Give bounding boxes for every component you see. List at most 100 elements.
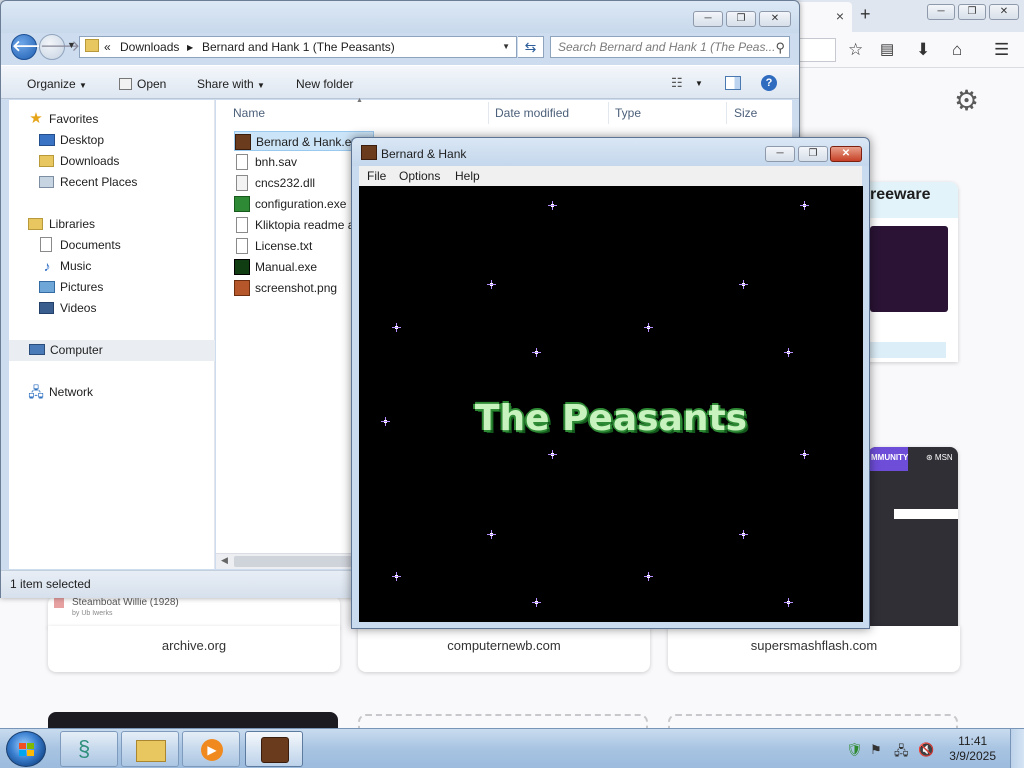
game-maximize-button[interactable]: ❐ <box>798 146 828 162</box>
column-name[interactable]: Name <box>233 106 265 120</box>
nav-favorites[interactable]: ★ Favorites <box>9 109 215 129</box>
game-canvas[interactable]: The Peasants <box>359 186 863 622</box>
nav-documents[interactable]: Documents <box>9 235 215 255</box>
star-sparkle <box>487 280 496 289</box>
menu-help[interactable]: Help <box>455 169 480 183</box>
image-file-icon <box>234 280 250 296</box>
shortcut-thumbnail-supersmashflash[interactable]: MMUNITY ⊛ MSN <box>868 447 958 627</box>
configuration-app-icon <box>234 196 250 212</box>
explorer-title-bar[interactable]: ─ ❐ ✕ <box>1 1 799 33</box>
volume-muted-icon[interactable]: 🔇 <box>918 742 934 758</box>
security-icon[interactable]: 🛡 <box>846 742 863 758</box>
bernard-hank-icon[interactable] <box>245 731 303 767</box>
column-size[interactable]: Size <box>734 106 757 120</box>
search-input[interactable]: Search Bernard and Hank 1 (The Peas... ⚲ <box>550 36 790 58</box>
menu-file[interactable]: File <box>367 169 386 183</box>
nav-network[interactable]: 🖧 Network <box>9 382 215 402</box>
column-separator[interactable] <box>726 102 727 124</box>
back-button[interactable]: 🡐 <box>11 34 52 60</box>
help-icon[interactable]: ? <box>761 75 777 91</box>
game-close-button[interactable]: ✕ <box>830 146 862 162</box>
home-icon[interactable]: ⌂ <box>952 40 962 60</box>
game-title-bar[interactable]: Bernard & Hank ─ ❐ ✕ <box>352 138 869 166</box>
download-icon[interactable]: ⬇ <box>916 40 930 60</box>
bernard-hank-app-icon <box>235 134 251 150</box>
show-desktop-button[interactable] <box>1010 729 1024 768</box>
document-file-icon <box>236 217 248 233</box>
network-icon[interactable]: 🖧 <box>894 742 909 764</box>
media-player-icon[interactable]: ▶ <box>182 731 240 767</box>
recent-pages-dropdown-icon[interactable]: ▼ <box>67 40 76 50</box>
explorer-maximize-button[interactable]: ❐ <box>726 11 756 27</box>
system-clock[interactable]: 11:41 3/9/2025 <box>949 734 996 764</box>
share-with-label: Share with <box>197 77 254 91</box>
nav-desktop[interactable]: Desktop <box>9 130 215 150</box>
scroll-left-icon[interactable]: ◀ <box>221 555 228 566</box>
reading-list-icon[interactable]: ▤ <box>880 40 894 58</box>
nav-label: Videos <box>60 301 97 315</box>
share-with-button[interactable]: Share with ▼ <box>197 77 265 91</box>
game-minimize-button[interactable]: ─ <box>765 146 795 162</box>
nav-music[interactable]: ♪ Music <box>9 256 215 276</box>
snake-glyph-icon: § <box>78 736 91 761</box>
star-sparkle <box>739 280 748 289</box>
forward-button[interactable]: 🡒 <box>39 34 80 60</box>
breadcrumb-current-folder[interactable]: Bernard and Hank 1 (The Peasants) <box>202 40 395 54</box>
search-placeholder: Search Bernard and Hank 1 (The Peas... <box>558 40 776 54</box>
computer-icon <box>29 344 45 355</box>
nav-libraries[interactable]: Libraries <box>9 214 215 234</box>
column-separator[interactable] <box>608 102 609 124</box>
menu-options[interactable]: Options <box>399 169 440 183</box>
breadcrumb-separator-icon[interactable]: ▶ <box>187 43 193 52</box>
start-button[interactable] <box>6 731 46 767</box>
shortcut-supersmashflash[interactable]: supersmashflash.com <box>668 626 960 672</box>
organize-button[interactable]: Organize ▼ <box>27 77 87 91</box>
shortcut-thumbnail-computernewb[interactable]: reeware <box>858 182 958 362</box>
nav-recent-places[interactable]: Recent Places <box>9 172 215 192</box>
nav-downloads[interactable]: Downloads <box>9 151 215 171</box>
open-button[interactable]: Open <box>119 77 166 91</box>
explorer-minimize-button[interactable]: ─ <box>693 11 723 27</box>
view-options-icon[interactable]: ☷ <box>671 75 683 91</box>
address-bar[interactable]: « Downloads ▶ Bernard and Hank 1 (The Pe… <box>79 36 517 58</box>
column-type[interactable]: Type <box>615 106 641 120</box>
bernard-hank-app-icon <box>361 145 377 160</box>
menu-icon[interactable]: ☰ <box>994 40 1009 60</box>
recent-places-icon <box>39 176 54 188</box>
browser-maximize-button[interactable]: ❐ <box>958 4 986 20</box>
breadcrumb-downloads[interactable]: Downloads <box>120 40 179 54</box>
star-sparkle <box>532 348 541 357</box>
browser-minimize-button[interactable]: ─ <box>927 4 955 20</box>
column-date-modified[interactable]: Date modified <box>495 106 569 120</box>
star-icon[interactable]: ☆ <box>848 40 863 60</box>
file-explorer-icon[interactable] <box>121 731 179 767</box>
new-folder-button[interactable]: New folder <box>296 77 353 91</box>
browser-url-bar[interactable] <box>800 38 836 62</box>
breadcrumb-chevron-icon[interactable]: « <box>104 40 111 54</box>
browser-close-button[interactable]: ✕ <box>989 4 1019 20</box>
column-separator[interactable] <box>488 102 489 124</box>
nav-pictures[interactable]: Pictures <box>9 277 215 297</box>
nav-videos[interactable]: Videos <box>9 298 215 318</box>
file-name: Manual.exe <box>255 260 318 274</box>
game-window: Bernard & Hank ─ ❐ ✕ File Options Help T… <box>351 137 870 629</box>
explorer-close-button[interactable]: ✕ <box>759 11 791 27</box>
gear-icon[interactable]: ⚙ <box>954 84 979 117</box>
address-dropdown-icon[interactable]: ▼ <box>502 42 510 51</box>
nav-label: Pictures <box>60 280 104 294</box>
shortcut-archive-org[interactable]: archive.org <box>48 626 340 672</box>
view-dropdown-icon[interactable]: ▼ <box>695 79 703 88</box>
scrollbar-thumb[interactable] <box>234 556 352 567</box>
action-center-flag-icon[interactable]: ⚑ <box>870 742 882 758</box>
folder-icon <box>136 740 166 762</box>
shortcut-thumbnail-archive[interactable]: Steamboat Willie (1928) by Ub Iwerks <box>48 596 340 628</box>
shortcut-computernewb[interactable]: computernewb.com <box>358 626 650 672</box>
preview-pane-icon[interactable] <box>725 76 741 90</box>
tab-close-icon[interactable]: × <box>836 8 844 24</box>
new-tab-button[interactable]: + <box>860 4 871 25</box>
nav-computer[interactable]: Computer <box>9 340 215 361</box>
refresh-icon[interactable]: ⇆ <box>518 36 544 58</box>
nav-label: Desktop <box>60 133 105 147</box>
snake-app-icon[interactable]: § <box>60 731 118 767</box>
search-icon[interactable]: ⚲ <box>775 38 785 57</box>
